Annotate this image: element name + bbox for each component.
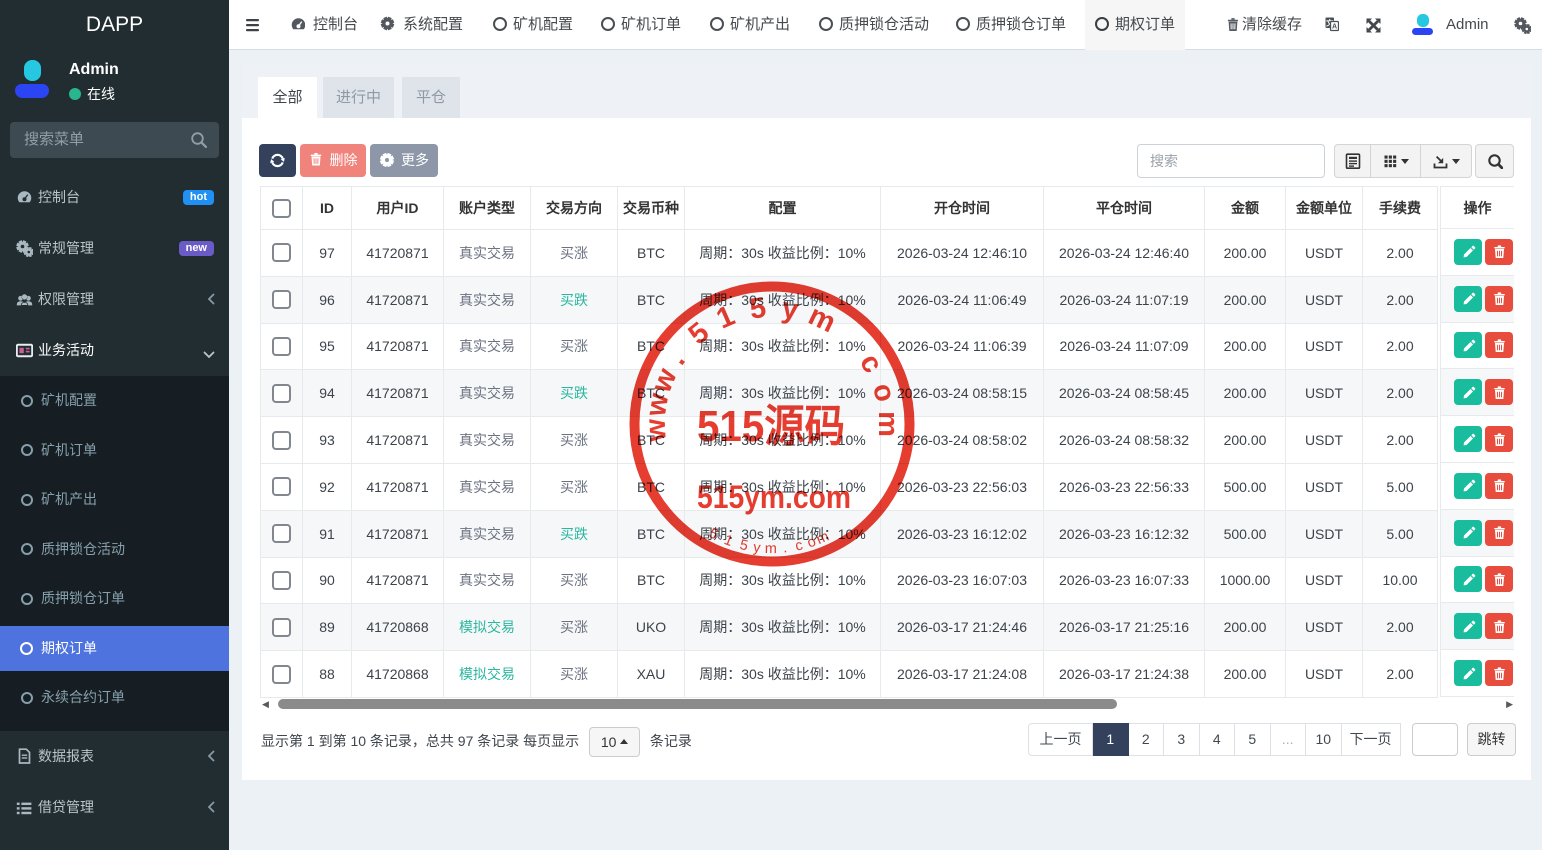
svg-text:5: 5 — [738, 537, 749, 554]
svg-text:c: c — [853, 348, 889, 378]
svg-text:m: m — [765, 541, 777, 557]
svg-text:y: y — [780, 292, 801, 326]
svg-text:515源码: 515源码 — [697, 402, 845, 451]
svg-text:A: A — [1332, 24, 1337, 31]
svg-text:o: o — [866, 380, 902, 406]
svg-text:m: m — [872, 411, 904, 437]
svg-text:1: 1 — [712, 300, 740, 336]
svg-text:w: w — [640, 418, 673, 444]
svg-text:515ym.com: 515ym.com — [697, 479, 851, 515]
svg-text:5: 5 — [683, 316, 716, 351]
svg-text:y: y — [752, 540, 762, 557]
svg-text:c: c — [794, 537, 805, 554]
svg-text:5: 5 — [706, 525, 721, 543]
svg-text:.: . — [661, 346, 692, 371]
svg-text:1: 1 — [722, 532, 735, 550]
svg-text:.: . — [782, 540, 788, 556]
svg-text:5: 5 — [748, 292, 768, 326]
